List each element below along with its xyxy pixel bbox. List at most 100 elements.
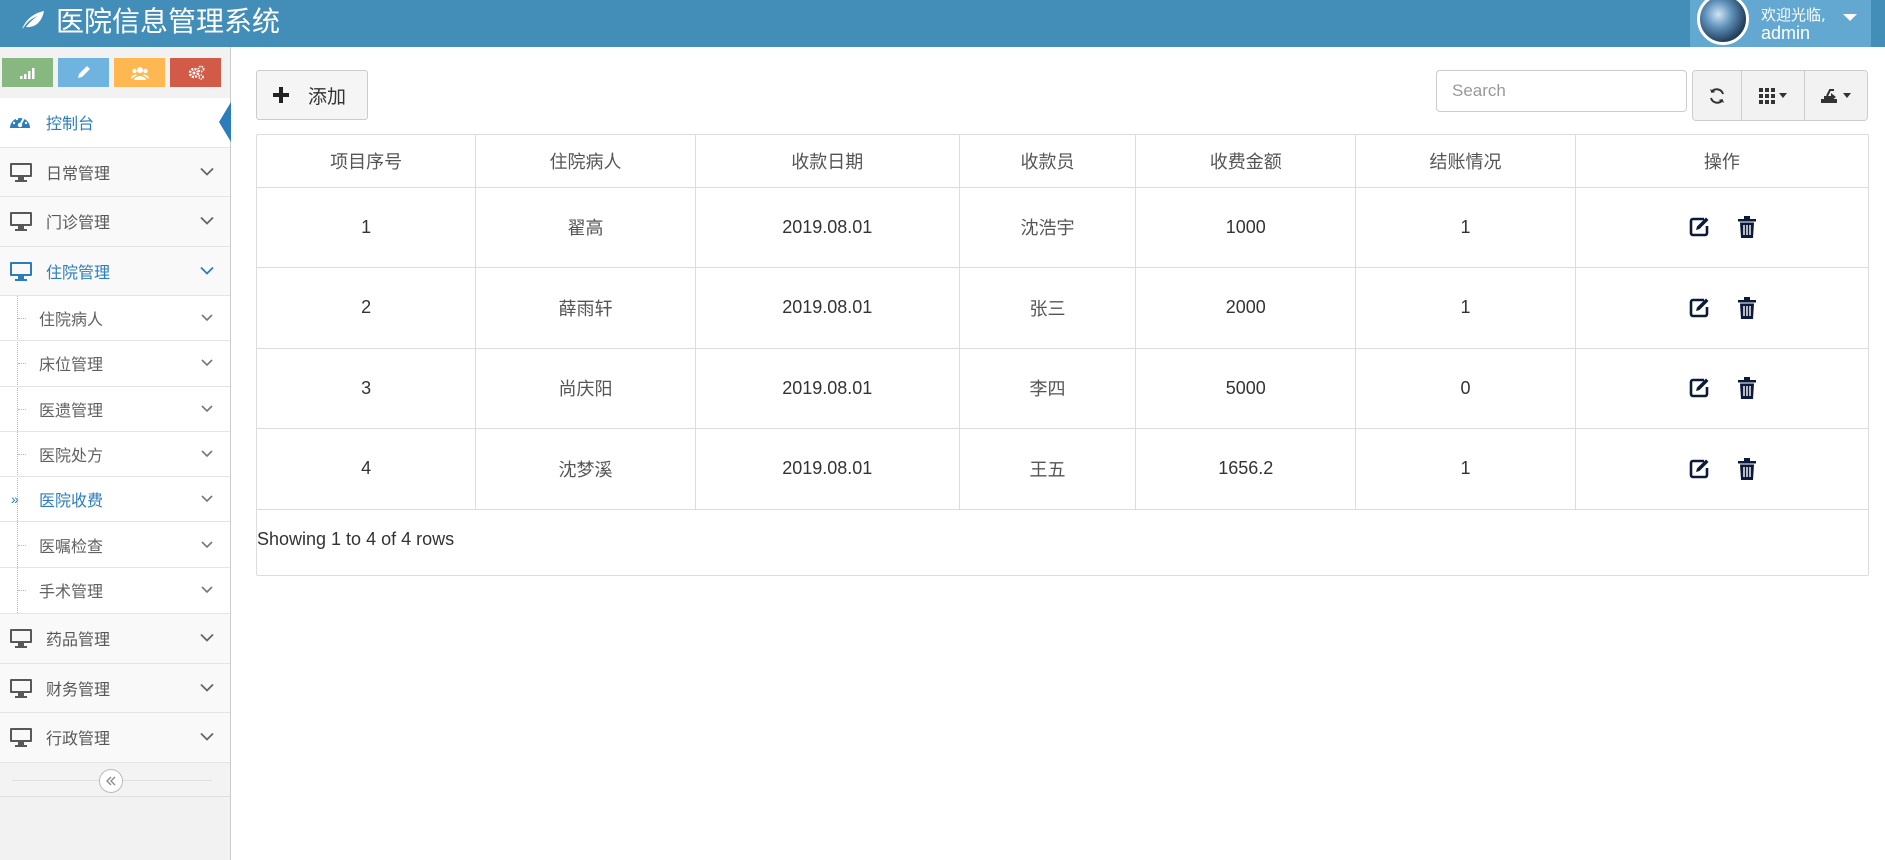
edit-icon	[1689, 459, 1709, 479]
charges-table-container: 项目序号 住院病人 收款日期 收款员 收费金额 结账情况 操作 1 翟高 201…	[256, 134, 1869, 576]
submenu-item-label: 医遗管理	[39, 400, 104, 420]
current-marker: »	[11, 491, 19, 508]
table-toolbar	[1692, 70, 1868, 121]
submenu-item-orders[interactable]: 医嘱检查	[0, 522, 230, 568]
desktop-icon	[10, 162, 32, 182]
submenu-item-beds[interactable]: 床位管理	[0, 341, 230, 387]
desktop-icon	[10, 212, 32, 232]
edit-icon	[1689, 217, 1709, 237]
sidebar-item-daily[interactable]: 日常管理	[0, 147, 230, 197]
top-navbar: 医院信息管理系统 欢迎光临, admin	[0, 0, 1885, 47]
edit-button[interactable]	[1688, 297, 1710, 319]
sidebar-item-outpatient[interactable]: 门诊管理	[0, 197, 230, 247]
user-menu[interactable]: 欢迎光临, admin	[1690, 0, 1871, 47]
submenu-item-charges[interactable]: » 医院收费	[0, 477, 230, 523]
cell-date: 2019.08.01	[695, 348, 960, 429]
chevron-down-icon	[201, 359, 213, 367]
sidebar-item-label: 药品管理	[46, 630, 111, 650]
chevron-down-icon	[200, 217, 214, 226]
trash-icon	[1737, 216, 1756, 239]
cell-id: 2	[257, 267, 477, 349]
tree-branch	[18, 454, 26, 456]
caret-down-icon	[1843, 14, 1857, 21]
active-indicator	[219, 102, 231, 143]
chevron-down-icon	[200, 167, 214, 176]
sidebar-item-pharmacy[interactable]: 药品管理	[0, 614, 230, 664]
sidebar-item-inpatient[interactable]: 住院管理	[0, 246, 230, 296]
sidebar-item-label: 控制台	[46, 114, 95, 134]
sidebar-item-label: 行政管理	[46, 729, 111, 749]
cell-patient: 沈梦溪	[475, 428, 696, 510]
add-button[interactable]: 添加	[256, 70, 368, 120]
trash-icon	[1737, 377, 1756, 400]
sidebar-shortcuts	[0, 47, 230, 98]
tree-branch	[18, 318, 26, 320]
refresh-icon	[1710, 87, 1725, 104]
delete-button[interactable]	[1737, 296, 1756, 319]
submenu-item-surgery[interactable]: 手术管理	[0, 568, 230, 613]
cell-actions	[1575, 267, 1868, 349]
brand[interactable]: 医院信息管理系统	[20, 0, 280, 40]
submenu-item-prescriptions[interactable]: 医院处方	[0, 432, 230, 478]
submenu-item-inpatients[interactable]: 住院病人	[0, 296, 230, 342]
delete-button[interactable]	[1737, 457, 1756, 480]
pagination-info: Showing 1 to 4 of 4 rows	[257, 529, 455, 549]
dashboard-icon	[10, 117, 30, 129]
edit-button[interactable]	[1688, 458, 1710, 480]
shortcut-edit-button[interactable]	[58, 58, 109, 87]
columns-button[interactable]	[1742, 71, 1805, 120]
user-info: 欢迎光临, admin	[1761, 6, 1826, 42]
cell-cashier: 沈浩宇	[959, 187, 1137, 268]
desktop-icon	[10, 629, 32, 649]
cell-settled: 0	[1355, 348, 1576, 429]
search-input[interactable]	[1436, 70, 1687, 112]
columns-icon	[1759, 87, 1776, 104]
sidebar-item-label: 日常管理	[46, 163, 111, 183]
column-header[interactable]: 收款日期	[695, 135, 960, 188]
delete-button[interactable]	[1737, 216, 1756, 239]
export-button[interactable]	[1804, 71, 1867, 120]
shortcut-settings-button[interactable]	[170, 58, 221, 87]
shortcut-users-button[interactable]	[114, 58, 165, 87]
column-header[interactable]: 结账情况	[1355, 135, 1576, 188]
submenu-item-label: 手术管理	[39, 582, 104, 602]
sidebar-item-dashboard[interactable]: 控制台	[0, 98, 231, 148]
submenu-item-label: 住院病人	[39, 310, 104, 330]
refresh-button[interactable]	[1693, 71, 1743, 120]
cell-patient: 尚庆阳	[475, 348, 696, 429]
column-header[interactable]: 收款员	[959, 135, 1137, 188]
table-row: 2 薛雨轩 2019.08.01 张三 2000 1	[257, 267, 1868, 349]
edit-button[interactable]	[1688, 216, 1710, 238]
caret-down-icon	[1842, 93, 1851, 98]
submenu-item-label: 床位管理	[39, 355, 104, 375]
edit-button[interactable]	[1688, 377, 1710, 399]
column-header[interactable]: 项目序号	[257, 135, 477, 188]
main-content: 添加 项目序号 住院病人 收款日期 收款员 收	[232, 47, 1885, 860]
cell-patient: 薛雨轩	[475, 267, 696, 349]
cell-settled: 1	[1355, 187, 1576, 268]
users-icon	[130, 66, 149, 80]
column-header[interactable]: 住院病人	[475, 135, 696, 188]
submenu-item-label: 医院处方	[39, 446, 104, 466]
export-icon	[1820, 88, 1837, 103]
shortcut-stats-button[interactable]	[2, 58, 53, 87]
add-button-label: 添加	[308, 85, 347, 108]
trash-icon	[1737, 457, 1756, 480]
sidebar-item-administration[interactable]: 行政管理	[0, 713, 230, 763]
tree-branch	[18, 408, 26, 410]
cell-actions	[1575, 187, 1868, 268]
sidebar-collapse-button[interactable]	[99, 768, 123, 793]
desktop-icon	[10, 261, 32, 281]
delete-button[interactable]	[1737, 377, 1756, 400]
cell-cashier: 李四	[959, 348, 1137, 429]
submenu-item-medical-records[interactable]: 医遗管理	[0, 387, 230, 432]
chevron-down-icon	[201, 450, 213, 458]
tree-branch	[18, 544, 26, 546]
column-header[interactable]: 收费金额	[1135, 135, 1357, 188]
sidebar-item-finance[interactable]: 财务管理	[0, 663, 230, 714]
cell-patient: 翟高	[475, 187, 696, 268]
sidebar-item-label: 财务管理	[46, 679, 111, 699]
cell-cashier: 张三	[959, 267, 1137, 349]
inpatient-submenu: 住院病人 床位管理 医遗管理 医院处方 » 医院收费 医嘱检查 手术管理	[0, 296, 230, 615]
sidebar-collapse-bar	[0, 762, 230, 797]
